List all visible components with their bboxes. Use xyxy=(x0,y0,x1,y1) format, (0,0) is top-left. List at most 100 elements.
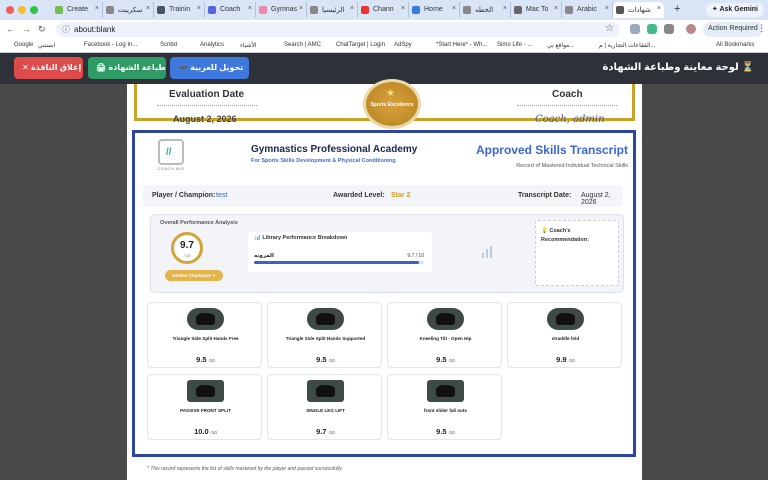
player-label: Player / Champion: xyxy=(152,192,216,199)
print-certificate-button[interactable]: 🖨 طباعة الشهادة xyxy=(88,57,166,79)
skill-score-max: /10 xyxy=(328,358,335,363)
bookmark-link[interactable]: Simo Life - ... xyxy=(497,42,532,48)
tab-close-icon[interactable]: × xyxy=(605,5,609,12)
tab-close-icon[interactable]: × xyxy=(350,5,354,12)
bookmark-link[interactable]: الفقاعات التجارية | م... xyxy=(599,42,656,49)
skill-score-line: 9.5 /10 xyxy=(388,355,503,364)
browser-tab[interactable]: Mac To × xyxy=(511,2,562,18)
bookmark-link[interactable]: ChatTarget | Login xyxy=(336,42,385,48)
reload-icon[interactable]: ↻ xyxy=(38,24,46,35)
skill-score-max: /10 xyxy=(210,430,217,435)
ask-gemini-button[interactable]: ✦ Ask Gemini xyxy=(705,3,764,17)
tab-close-icon[interactable]: × xyxy=(197,5,201,12)
star-icon: ★ xyxy=(386,88,395,99)
window-close-button[interactable] xyxy=(6,6,14,14)
bookmark-link[interactable]: انستبي xyxy=(38,42,55,49)
skill-card: front slider fall outs 9.5 /10 xyxy=(387,374,502,440)
browser-tab[interactable]: سكريبت × xyxy=(103,2,154,18)
logo-frame: // xyxy=(158,139,184,165)
bookmark-link[interactable]: Search | AMC xyxy=(284,42,321,48)
tab-favicon-icon xyxy=(514,6,522,14)
bookmarks-bar: Google انستبي Facebook - Log In... Scribd An… xyxy=(0,39,768,53)
tab-close-icon[interactable]: × xyxy=(248,5,252,12)
skills-transcript: // COACH BIO Gymnastics Professional Aca… xyxy=(132,130,636,457)
browser-tab[interactable]: Chann × xyxy=(358,2,409,18)
browser-tab[interactable]: شهادات × xyxy=(613,2,664,18)
skill-score-max: /10 xyxy=(568,358,575,363)
tab-label: Home xyxy=(424,6,443,13)
window-minimize-button[interactable] xyxy=(18,6,26,14)
tab-close-icon[interactable]: × xyxy=(146,5,150,12)
skill-score-line: 9.9 /10 xyxy=(508,355,623,364)
browser-tab[interactable]: الخطه × xyxy=(460,2,511,18)
tab-label: Mac To xyxy=(526,6,549,13)
coach-recommendation-box: 💡 Coach's Recommendation: xyxy=(535,220,619,286)
tab-label: Create xyxy=(67,6,89,13)
tab-close-icon[interactable]: × xyxy=(299,5,303,12)
skill-photo xyxy=(187,308,224,330)
extension-icon[interactable] xyxy=(630,24,640,34)
browser-tab[interactable]: الرئيسيا × xyxy=(307,2,358,18)
bookmark-link[interactable]: Scribd xyxy=(160,42,177,48)
address-bar[interactable]: ⓘ about:blank ☆ xyxy=(56,22,620,37)
all-bookmarks-link[interactable]: All Bookmarks xyxy=(716,42,754,48)
browser-tab[interactable]: Create × xyxy=(52,2,103,18)
address-text[interactable]: about:blank xyxy=(74,25,115,34)
tab-close-icon[interactable]: × xyxy=(401,5,405,12)
transcript-date-value: August 2, 2026 xyxy=(581,192,611,206)
browser-tab[interactable]: Trainin × xyxy=(154,2,205,18)
page-viewport: ✕ إغلاق النافذة 🖨 طباعة الشهادة ➖ تحويل … xyxy=(0,53,768,480)
bookmark-link[interactable]: *Start Here* - Wh... xyxy=(436,42,487,48)
bookmark-star-icon[interactable]: ☆ xyxy=(605,23,614,34)
page-title: لوحة معاينة وطباعة الشهادة ⏳ xyxy=(602,62,754,73)
tab-close-icon[interactable]: × xyxy=(95,5,99,12)
bookmark-link[interactable]: Analytics xyxy=(200,42,224,48)
evaluation-date-value: August 2, 2026 xyxy=(173,114,237,124)
new-tab-button[interactable]: + xyxy=(674,3,680,15)
previous-certificate-footer: Evaluation Date August 2, 2026 ★ Sports … xyxy=(134,79,635,129)
extensions-puzzle-icon[interactable] xyxy=(664,24,674,34)
academy-logo: // COACH BIO xyxy=(152,139,190,175)
transcript-date-label: Transcript Date: xyxy=(518,192,572,199)
forward-arrow-icon[interactable]: → xyxy=(22,24,31,34)
bookmark-link[interactable]: مواقع بي... xyxy=(547,42,574,49)
bookmark-link[interactable]: Google xyxy=(14,42,33,48)
profile-avatar[interactable] xyxy=(686,24,696,34)
browser-tab[interactable]: Arabic × xyxy=(562,2,613,18)
evaluation-date-label: Evaluation Date xyxy=(169,89,245,100)
site-info-icon[interactable]: ⓘ xyxy=(62,24,70,35)
close-window-button[interactable]: ✕ إغلاق النافذة xyxy=(14,57,83,79)
extension-icon[interactable] xyxy=(647,24,657,34)
skill-photo xyxy=(307,308,344,330)
tab-favicon-icon xyxy=(412,6,420,14)
tab-strip: Create × سكريبت × Trainin × Coach × Gymnas × الرئي… xyxy=(0,0,768,20)
seal-text: Sports Excellence xyxy=(370,102,414,108)
bookmark-link[interactable]: الأشياء xyxy=(240,42,257,49)
menu-dots-icon[interactable]: ⋮ xyxy=(757,23,766,34)
tab-label: شهادات xyxy=(628,7,651,14)
skill-photo xyxy=(547,308,584,330)
convert-arabic-button[interactable]: ➖ تحويل للعربية xyxy=(170,57,249,79)
browser-tab[interactable]: Gymnas × xyxy=(256,2,307,18)
skill-score-line: 10.0 /10 xyxy=(148,427,263,436)
skill-score: 9.7 xyxy=(316,427,327,436)
coach-signature: Coach, admin xyxy=(535,114,605,125)
signature-line xyxy=(157,105,257,106)
browser-tab[interactable]: Home × xyxy=(409,2,460,18)
window-maximize-button[interactable] xyxy=(30,6,38,14)
tab-close-icon[interactable]: × xyxy=(452,5,456,12)
tab-close-icon[interactable]: × xyxy=(657,5,661,12)
bookmark-link[interactable]: Facebook - Log In... xyxy=(84,42,137,48)
logo-mark-icon: // xyxy=(166,147,172,158)
tab-favicon-icon xyxy=(208,6,216,14)
skill-card: SINGLE LEG LIFT 9.7 /10 xyxy=(267,374,382,440)
sports-excellence-seal: ★ Sports Excellence xyxy=(363,79,421,129)
tab-favicon-icon xyxy=(361,6,369,14)
action-required-button[interactable]: Action Required xyxy=(703,22,763,37)
skill-card: Triangle Side Split Hands Supported 9.5 /… xyxy=(267,302,382,368)
back-arrow-icon[interactable]: ← xyxy=(6,24,15,34)
bookmark-link[interactable]: AdSpy xyxy=(394,42,412,48)
tab-close-icon[interactable]: × xyxy=(554,5,558,12)
browser-tab[interactable]: Coach × xyxy=(205,2,256,18)
tab-close-icon[interactable]: × xyxy=(503,5,507,12)
